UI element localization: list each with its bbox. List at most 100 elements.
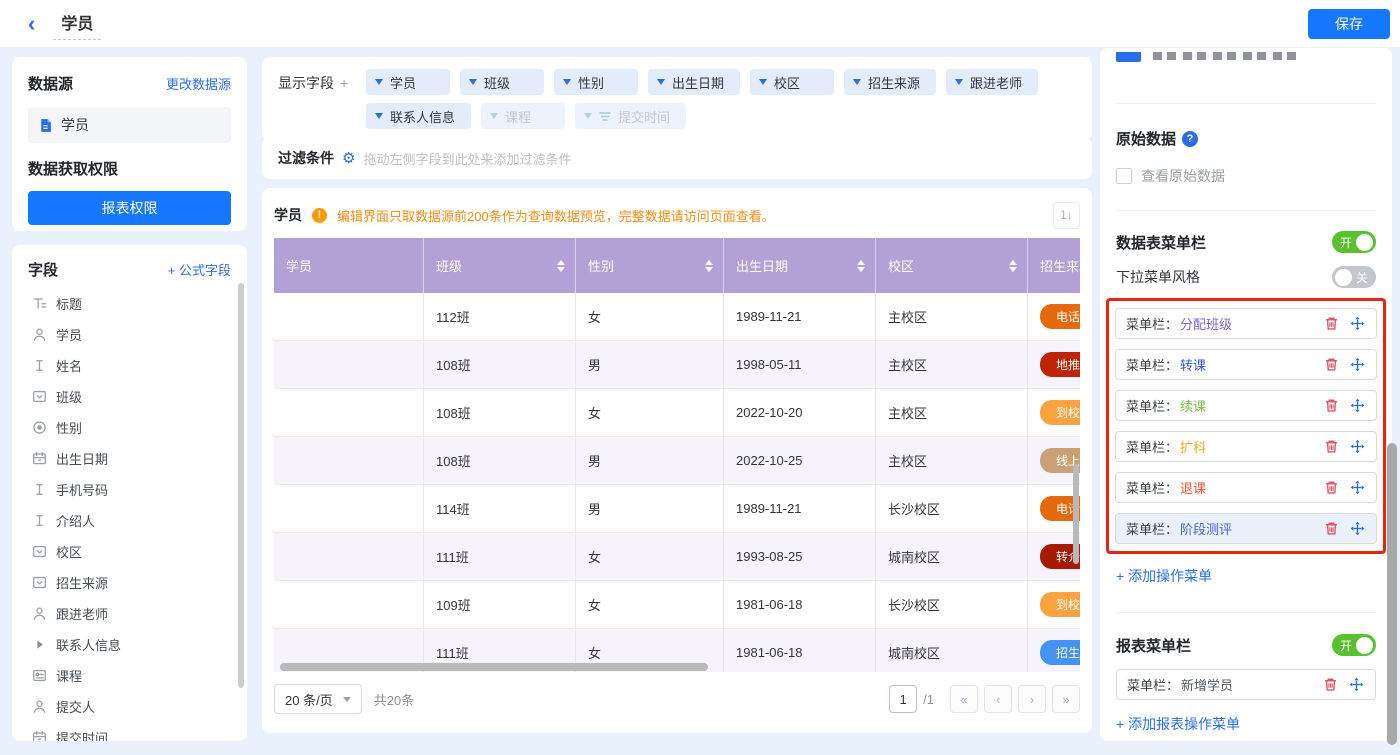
field-label: 校区 [56, 542, 82, 561]
sort-arrows-icon[interactable] [1009, 260, 1017, 272]
table-vertical-scrollbar[interactable] [1073, 464, 1079, 564]
table-cell [274, 293, 424, 340]
data-table: 学员班级性别出生日期校区招生来源 112班女1989-11-21主校区电话108… [274, 238, 1080, 672]
menu-bar-item[interactable]: 菜单栏：转课 [1115, 349, 1377, 380]
display-field-chip[interactable]: 性别 [554, 69, 638, 95]
settings-panel: 原始数据 ? 查看原始数据 数据表菜单栏 开 下拉菜单风格 关 菜单栏：分配班级… [1100, 48, 1392, 741]
menu-bar-item[interactable]: 菜单栏：续课 [1115, 390, 1377, 421]
table-menu-toggle[interactable]: 开 [1332, 231, 1376, 253]
display-field-chip[interactable]: 提交时间 [575, 103, 686, 129]
menu-item-prefix: 菜单栏： [1126, 478, 1178, 497]
gear-icon[interactable]: ⚙ [342, 149, 355, 167]
field-item[interactable]: 课程 [28, 660, 231, 691]
display-field-chip[interactable]: 跟进老师 [946, 69, 1038, 95]
filter-panel[interactable]: 过滤条件 ⚙ 拖动左侧字段到此处来添加过滤条件 [262, 137, 1092, 179]
menu-bar-item[interactable]: 菜单栏：新增学员 [1116, 669, 1376, 700]
change-datasource-link[interactable]: 更改数据源 [166, 74, 231, 93]
display-field-chip[interactable]: 学员 [366, 69, 450, 95]
field-item[interactable]: 学员 [28, 319, 231, 350]
page-size-select[interactable]: 20 条/页 [274, 684, 362, 714]
field-item[interactable]: 校区 [28, 536, 231, 567]
field-item[interactable]: 招生来源 [28, 567, 231, 598]
last-page-button[interactable]: » [1052, 685, 1080, 713]
menu-bar-item[interactable]: 菜单栏：分配班级 [1115, 308, 1377, 339]
table-row[interactable]: 108班女2022-10-20主校区到校 [274, 389, 1080, 437]
formula-field-link[interactable]: + 公式字段 [168, 260, 231, 279]
move-icon[interactable] [1350, 521, 1366, 537]
fields-scrollbar[interactable] [238, 283, 244, 688]
field-item[interactable]: 班级 [28, 381, 231, 412]
save-button[interactable]: 保存 [1308, 9, 1390, 39]
menu-bar-item[interactable]: 菜单栏：退课 [1115, 472, 1377, 503]
add-report-menu-link[interactable]: + 添加报表操作菜单 [1116, 716, 1240, 732]
move-icon[interactable] [1350, 439, 1366, 455]
field-item[interactable]: 联系人信息 [28, 629, 231, 660]
field-item[interactable]: 介绍人 [28, 505, 231, 536]
page-title[interactable]: 学员 [53, 8, 101, 40]
trash-icon[interactable] [1324, 398, 1340, 414]
display-field-chip[interactable]: 课程 [481, 103, 565, 129]
field-item[interactable]: 标题 [28, 288, 231, 319]
move-icon[interactable] [1349, 677, 1365, 693]
field-item[interactable]: 姓名 [28, 350, 231, 381]
table-row[interactable]: 112班女1989-11-21主校区电话 [274, 293, 1080, 341]
table-body: 112班女1989-11-21主校区电话108班男1998-05-11主校区地推… [274, 293, 1080, 672]
menu-bar-item[interactable]: 菜单栏：阶段测评 [1115, 513, 1377, 544]
prev-page-button[interactable]: ‹ [984, 685, 1012, 713]
first-page-button[interactable]: « [950, 685, 978, 713]
trash-icon[interactable] [1324, 480, 1340, 496]
table-row[interactable]: 111班女1993-08-25城南校区转介 [274, 533, 1080, 581]
table-horizontal-scrollbar[interactable] [280, 663, 708, 671]
add-field-button[interactable]: + [340, 75, 348, 91]
datasource-item[interactable]: 学员 [28, 107, 231, 143]
column-header: 学员 [274, 238, 424, 293]
next-page-button[interactable]: › [1018, 685, 1046, 713]
field-label: 介绍人 [56, 511, 95, 530]
pagination-bar: 20 条/页 共20条 1 /1 « ‹ › » [274, 684, 1080, 714]
table-row[interactable]: 114班男1989-11-21长沙校区电话 [274, 485, 1080, 533]
table-row[interactable]: 108班男1998-05-11主校区地推 [274, 341, 1080, 389]
field-item[interactable]: 跟进老师 [28, 598, 231, 629]
question-icon[interactable]: ? [1182, 131, 1198, 147]
report-menu-toggle[interactable]: 开 [1332, 634, 1376, 656]
clipped-setting-text [1153, 52, 1303, 60]
trash-icon[interactable] [1324, 357, 1340, 373]
move-icon[interactable] [1350, 398, 1366, 414]
display-field-chip[interactable]: 招生来源 [844, 69, 936, 95]
move-icon[interactable] [1350, 357, 1366, 373]
raw-data-checkbox[interactable] [1116, 168, 1132, 184]
trash-icon[interactable] [1324, 316, 1340, 332]
trash-icon[interactable] [1323, 677, 1339, 693]
sort-arrows-icon[interactable] [857, 260, 865, 272]
calendar-icon [32, 730, 47, 741]
add-action-menu-link[interactable]: + 添加操作菜单 [1116, 568, 1212, 584]
display-field-chip[interactable]: 联系人信息 [366, 103, 471, 129]
back-icon[interactable]: ‹ [28, 13, 35, 35]
dropdown-style-toggle[interactable]: 关 [1332, 266, 1376, 288]
table-row[interactable]: 109班女1981-06-18长沙校区到校 [274, 581, 1080, 629]
page-scrollbar[interactable] [1387, 443, 1397, 745]
trash-icon[interactable] [1324, 439, 1340, 455]
display-field-chip[interactable]: 班级 [460, 69, 544, 95]
sort-arrows-icon[interactable] [557, 260, 565, 272]
field-item[interactable]: 手机号码 [28, 474, 231, 505]
table-row[interactable]: 108班男2022-10-25主校区线上 [274, 437, 1080, 485]
sort-order-button[interactable]: 1↓ [1053, 202, 1080, 229]
menu-bar-item[interactable]: 菜单栏：扩科 [1115, 431, 1377, 462]
field-item[interactable]: 性别 [28, 412, 231, 443]
page-number-input[interactable]: 1 [889, 685, 917, 713]
sort-arrows-icon[interactable] [705, 260, 713, 272]
field-item[interactable]: 出生日期 [28, 443, 231, 474]
report-permission-button[interactable]: 报表权限 [28, 191, 231, 225]
trash-icon[interactable] [1324, 521, 1340, 537]
sort-lines-icon [599, 112, 611, 121]
display-field-chip[interactable]: 出生日期 [648, 69, 740, 95]
field-item[interactable]: 提交人 [28, 691, 231, 722]
display-field-chip[interactable]: 校区 [750, 69, 834, 95]
move-icon[interactable] [1350, 480, 1366, 496]
move-icon[interactable] [1350, 316, 1366, 332]
field-item[interactable]: 提交时间 [28, 722, 231, 741]
display-fields-label: 显示字段+ [278, 69, 366, 137]
table-menu-list: 菜单栏：分配班级菜单栏：转课菜单栏：续课菜单栏：扩科菜单栏：退课菜单栏：阶段测评 [1115, 308, 1377, 544]
checkbox-checked-icon[interactable] [1116, 52, 1141, 62]
